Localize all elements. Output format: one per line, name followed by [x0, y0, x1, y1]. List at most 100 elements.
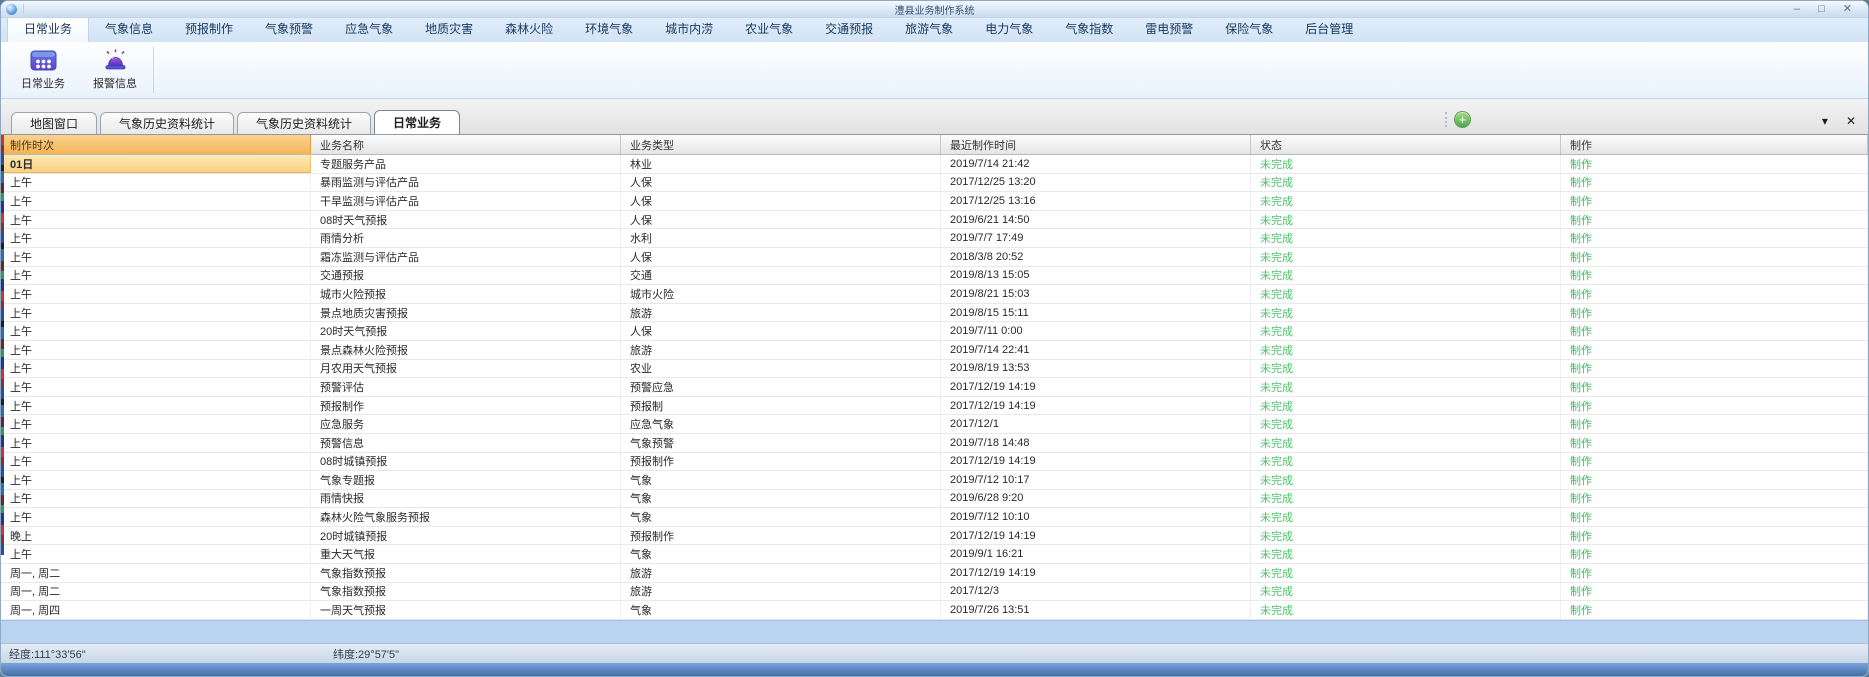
cell-make-time: 周一, 周四 — [1, 601, 311, 619]
table-row[interactable]: 上午 08时天气预报 人保 2019/6/21 14:50 未完成 制作 — [1, 211, 1868, 230]
close-button[interactable]: ✕ — [1843, 2, 1852, 17]
make-link[interactable]: 制作 — [1561, 174, 1868, 192]
table-row[interactable]: 上午 预警信息 气象预警 2019/7/18 14:48 未完成 制作 — [1, 434, 1868, 453]
make-link[interactable]: 制作 — [1561, 322, 1868, 340]
table-row[interactable]: 上午 重大天气报 气象 2019/9/1 16:21 未完成 制作 — [1, 545, 1868, 564]
make-link[interactable]: 制作 — [1561, 267, 1868, 285]
ribbon-tab[interactable]: 预报制作 — [169, 16, 249, 42]
cell-task-name: 景点地质灾害预报 — [311, 304, 621, 322]
ribbon-tab[interactable]: 气象预警 — [249, 16, 329, 42]
table-row[interactable]: 01日 专题服务产品 林业 2019/7/14 21:42 未完成 制作 — [1, 155, 1868, 174]
column-header[interactable]: 业务类型 — [621, 135, 941, 154]
table-row[interactable]: 上午 20时天气预报 人保 2019/7/11 0:00 未完成 制作 — [1, 322, 1868, 341]
cell-make-time: 上午 — [1, 267, 311, 285]
column-header[interactable]: 业务名称 — [311, 135, 621, 154]
table-row[interactable]: 上午 暴雨监测与评估产品 人保 2017/12/25 13:20 未完成 制作 — [1, 174, 1868, 193]
table-row[interactable]: 上午 雨情快报 气象 2019/6/28 9:20 未完成 制作 — [1, 490, 1868, 509]
make-link[interactable]: 制作 — [1561, 360, 1868, 378]
cell-make-time: 上午 — [1, 174, 311, 192]
ribbon-tab[interactable]: 农业气象 — [729, 16, 809, 42]
document-tab[interactable]: 地图窗口 — [11, 112, 97, 134]
minimize-button[interactable]: – — [1794, 2, 1800, 17]
make-link[interactable]: 制作 — [1561, 564, 1868, 582]
table-row[interactable]: 上午 霜冻监测与评估产品 人保 2018/3/8 20:52 未完成 制作 — [1, 248, 1868, 267]
cell-task-name: 交通预报 — [311, 267, 621, 285]
cell-task-type: 预警应急 — [621, 378, 941, 396]
table-row[interactable]: 上午 应急服务 应急气象 2017/12/1 未完成 制作 — [1, 415, 1868, 434]
table-row[interactable]: 上午 交通预报 交通 2019/8/13 15:05 未完成 制作 — [1, 267, 1868, 286]
daily-business-button[interactable]: 日常业务 — [7, 42, 79, 98]
ribbon-tab[interactable]: 日常业务 — [7, 15, 89, 42]
document-tab[interactable]: 气象历史资料统计 — [237, 112, 371, 134]
table-row[interactable]: 周一, 周二 气象指数预报 旅游 2017/12/19 14:19 未完成 制作 — [1, 564, 1868, 583]
make-link[interactable]: 制作 — [1561, 229, 1868, 247]
column-header[interactable]: 制作时次 — [1, 135, 311, 154]
cell-last-made: 2019/7/11 0:00 — [941, 322, 1251, 340]
table-row[interactable]: 上午 雨情分析 水利 2019/7/7 17:49 未完成 制作 — [1, 229, 1868, 248]
table-row[interactable]: 周一, 周四 一周天气预报 气象 2019/7/26 13:51 未完成 制作 — [1, 601, 1868, 620]
ribbon-tab-label: 气象预警 — [265, 22, 313, 36]
alarm-info-button[interactable]: 报警信息 — [79, 42, 151, 98]
cell-task-type: 旅游 — [621, 304, 941, 322]
cell-make-time: 01日 — [1, 155, 311, 173]
make-link[interactable]: 制作 — [1561, 192, 1868, 210]
ribbon-tab[interactable]: 森林火险 — [489, 16, 569, 42]
ribbon-tab[interactable]: 城市内涝 — [649, 16, 729, 42]
table-row[interactable]: 周一, 周二 气象指数预报 旅游 2017/12/3 未完成 制作 — [1, 583, 1868, 602]
make-link[interactable]: 制作 — [1561, 155, 1868, 173]
close-tab-icon[interactable]: ✕ — [1846, 115, 1856, 127]
ribbon-tab[interactable]: 旅游气象 — [889, 16, 969, 42]
table-row[interactable]: 上午 预报制作 预报制 2017/12/19 14:19 未完成 制作 — [1, 397, 1868, 416]
table-row[interactable]: 上午 景点森林火险预报 旅游 2019/7/14 22:41 未完成 制作 — [1, 341, 1868, 360]
ribbon-tab-label: 森林火险 — [505, 22, 553, 36]
ribbon-tab[interactable]: 环境气象 — [569, 16, 649, 42]
column-header[interactable]: 制作 — [1561, 135, 1868, 154]
ribbon-tab[interactable]: 应急气象 — [329, 16, 409, 42]
ribbon-tab[interactable]: 交通预报 — [809, 16, 889, 42]
table-row[interactable]: 上午 月农用天气预报 农业 2019/8/19 13:53 未完成 制作 — [1, 360, 1868, 379]
cell-make-time: 上午 — [1, 285, 311, 303]
make-link[interactable]: 制作 — [1561, 378, 1868, 396]
make-link[interactable]: 制作 — [1561, 304, 1868, 322]
table-row[interactable]: 上午 景点地质灾害预报 旅游 2019/8/15 15:11 未完成 制作 — [1, 304, 1868, 323]
make-link[interactable]: 制作 — [1561, 341, 1868, 359]
ribbon-tab-label: 农业气象 — [745, 22, 793, 36]
maximize-button[interactable]: □ — [1818, 2, 1825, 17]
ribbon-tab[interactable]: 气象信息 — [89, 16, 169, 42]
ribbon-tab[interactable]: 气象指数 — [1049, 16, 1129, 42]
document-tab[interactable]: 气象历史资料统计 — [100, 112, 234, 134]
column-header[interactable]: 最近制作时间 — [941, 135, 1251, 154]
make-link[interactable]: 制作 — [1561, 490, 1868, 508]
make-link[interactable]: 制作 — [1561, 471, 1868, 489]
ribbon-tab[interactable]: 雷电预警 — [1129, 16, 1209, 42]
table-row[interactable]: 上午 森林火险气象服务预报 气象 2019/7/12 10:10 未完成 制作 — [1, 508, 1868, 527]
make-link[interactable]: 制作 — [1561, 434, 1868, 452]
table-row[interactable]: 上午 气象专题报 气象 2019/7/12 10:17 未完成 制作 — [1, 471, 1868, 490]
make-link[interactable]: 制作 — [1561, 527, 1868, 545]
make-link[interactable]: 制作 — [1561, 601, 1868, 619]
make-link[interactable]: 制作 — [1561, 545, 1868, 563]
make-link[interactable]: 制作 — [1561, 415, 1868, 433]
add-tab-button[interactable]: + — [1454, 111, 1471, 128]
cell-last-made: 2019/8/15 15:11 — [941, 304, 1251, 322]
app-window: 澧县业务制作系统 – □ ✕ 日常业务 气象信息 预报制作 气象预警 应急气象 … — [0, 0, 1869, 677]
table-row[interactable]: 上午 08时城镇预报 预报制作 2017/12/19 14:19 未完成 制作 — [1, 453, 1868, 472]
table-row[interactable]: 晚上 20时城镇预报 预报制作 2017/12/19 14:19 未完成 制作 — [1, 527, 1868, 546]
table-row[interactable]: 上午 预警评估 预警应急 2017/12/19 14:19 未完成 制作 — [1, 378, 1868, 397]
ribbon-tab[interactable]: 电力气象 — [969, 16, 1049, 42]
make-link[interactable]: 制作 — [1561, 248, 1868, 266]
document-tab[interactable]: 日常业务 — [374, 110, 460, 134]
column-header[interactable]: 状态 — [1251, 135, 1561, 154]
tab-list-dropdown-icon[interactable]: ▾ — [1822, 115, 1828, 127]
ribbon-tab[interactable]: 后台管理 — [1289, 16, 1369, 42]
make-link[interactable]: 制作 — [1561, 397, 1868, 415]
ribbon-tab[interactable]: 地质灾害 — [409, 16, 489, 42]
make-link[interactable]: 制作 — [1561, 211, 1868, 229]
table-row[interactable]: 上午 干旱监测与评估产品 人保 2017/12/25 13:16 未完成 制作 — [1, 192, 1868, 211]
ribbon-tab[interactable]: 保险气象 — [1209, 16, 1289, 42]
table-row[interactable]: 上午 城市火险预报 城市火险 2019/8/21 15:03 未完成 制作 — [1, 285, 1868, 304]
make-link[interactable]: 制作 — [1561, 508, 1868, 526]
make-link[interactable]: 制作 — [1561, 285, 1868, 303]
make-link[interactable]: 制作 — [1561, 453, 1868, 471]
make-link[interactable]: 制作 — [1561, 583, 1868, 601]
